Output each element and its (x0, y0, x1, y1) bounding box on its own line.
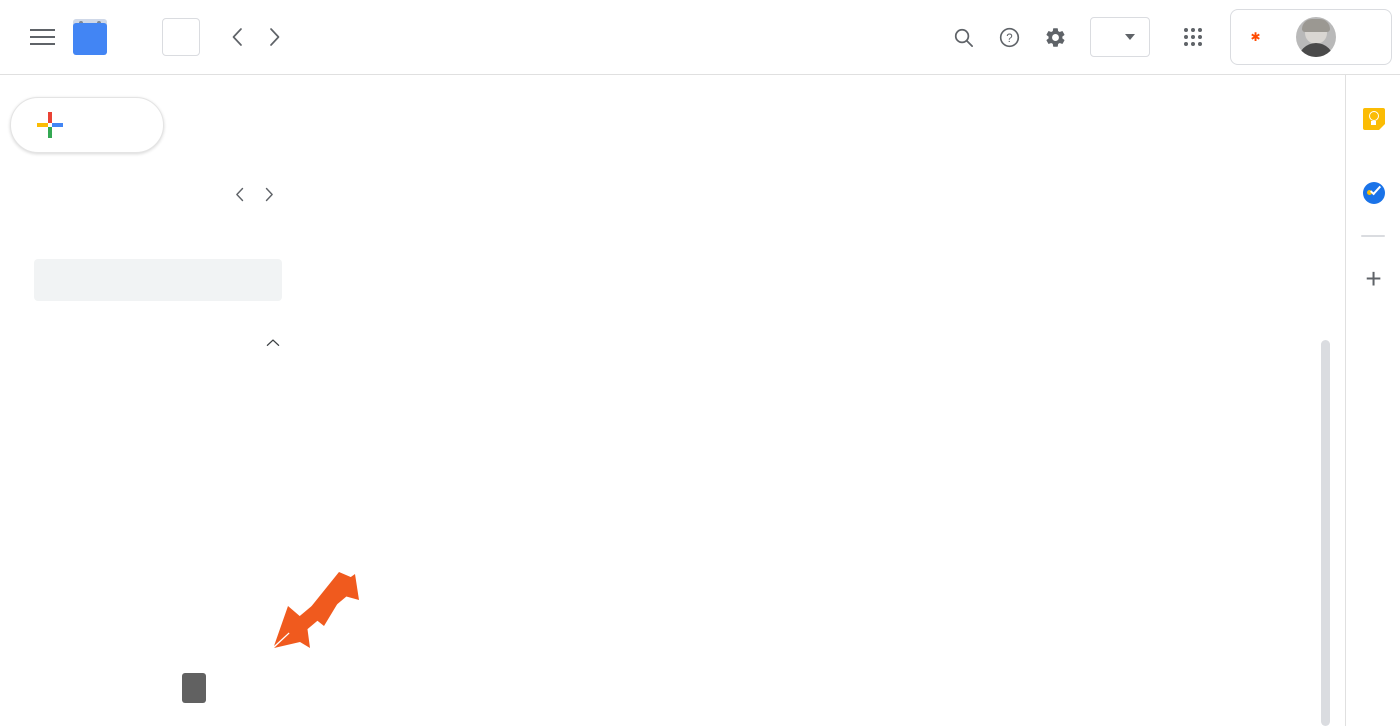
calendar-scrollbar[interactable] (1321, 340, 1330, 726)
mini-calendar-header (24, 177, 284, 211)
help-icon: ? (999, 27, 1019, 47)
sidebar (0, 75, 308, 726)
google-tasks-icon (1362, 182, 1385, 204)
chevron-left-icon (235, 187, 243, 201)
add-addon-button[interactable]: + (1346, 253, 1400, 305)
avatar[interactable] (1296, 17, 1336, 57)
account-switcher[interactable]: ✱ (1230, 9, 1392, 65)
app-header: ? ✱ (0, 0, 1400, 75)
today-button[interactable] (162, 18, 200, 56)
google-calendar-icon[interactable] (72, 19, 108, 55)
chevron-right-icon (270, 28, 280, 46)
my-calendars-header (34, 329, 286, 355)
create-button[interactable] (10, 97, 164, 153)
tooltip (182, 673, 206, 703)
view-selector[interactable] (1090, 17, 1150, 57)
day-header-bar (308, 75, 1345, 172)
chevron-left-icon (232, 28, 242, 46)
calendar-grid (308, 75, 1345, 726)
google-keep-icon (1362, 108, 1385, 130)
rail-divider (1361, 235, 1385, 237)
chevron-up-icon (266, 338, 280, 346)
next-week-button[interactable] (256, 18, 294, 56)
plus-icon: + (1365, 263, 1382, 294)
side-panel-rail: + (1345, 75, 1400, 726)
google-calendar-app: ? ✱ + (0, 0, 1400, 726)
mini-calendar (24, 177, 284, 219)
settings-button[interactable] (1032, 14, 1078, 60)
calendar-grid-body[interactable] (308, 172, 1345, 726)
search-for-people-input[interactable] (34, 259, 282, 301)
search-button[interactable] (940, 14, 986, 60)
help-button[interactable]: ? (986, 14, 1032, 60)
previous-week-button[interactable] (218, 18, 256, 56)
search-icon (954, 28, 973, 47)
svg-text:?: ? (1006, 32, 1012, 44)
mini-calendar-next-button[interactable] (254, 179, 284, 209)
mini-calendar-prev-button[interactable] (224, 179, 254, 209)
gear-icon (1045, 27, 1064, 47)
chevron-right-icon (265, 187, 273, 201)
chevron-down-icon (1125, 34, 1135, 40)
zapier-asterisk-icon: ✱ (1250, 30, 1261, 44)
google-keep-button[interactable] (1346, 93, 1400, 145)
hamburger-menu-icon[interactable] (18, 13, 66, 61)
google-tasks-button[interactable] (1346, 167, 1400, 219)
google-plus-icon (37, 112, 63, 138)
apps-grid-icon[interactable] (1170, 14, 1216, 60)
my-calendars-collapse-button[interactable] (260, 329, 286, 355)
